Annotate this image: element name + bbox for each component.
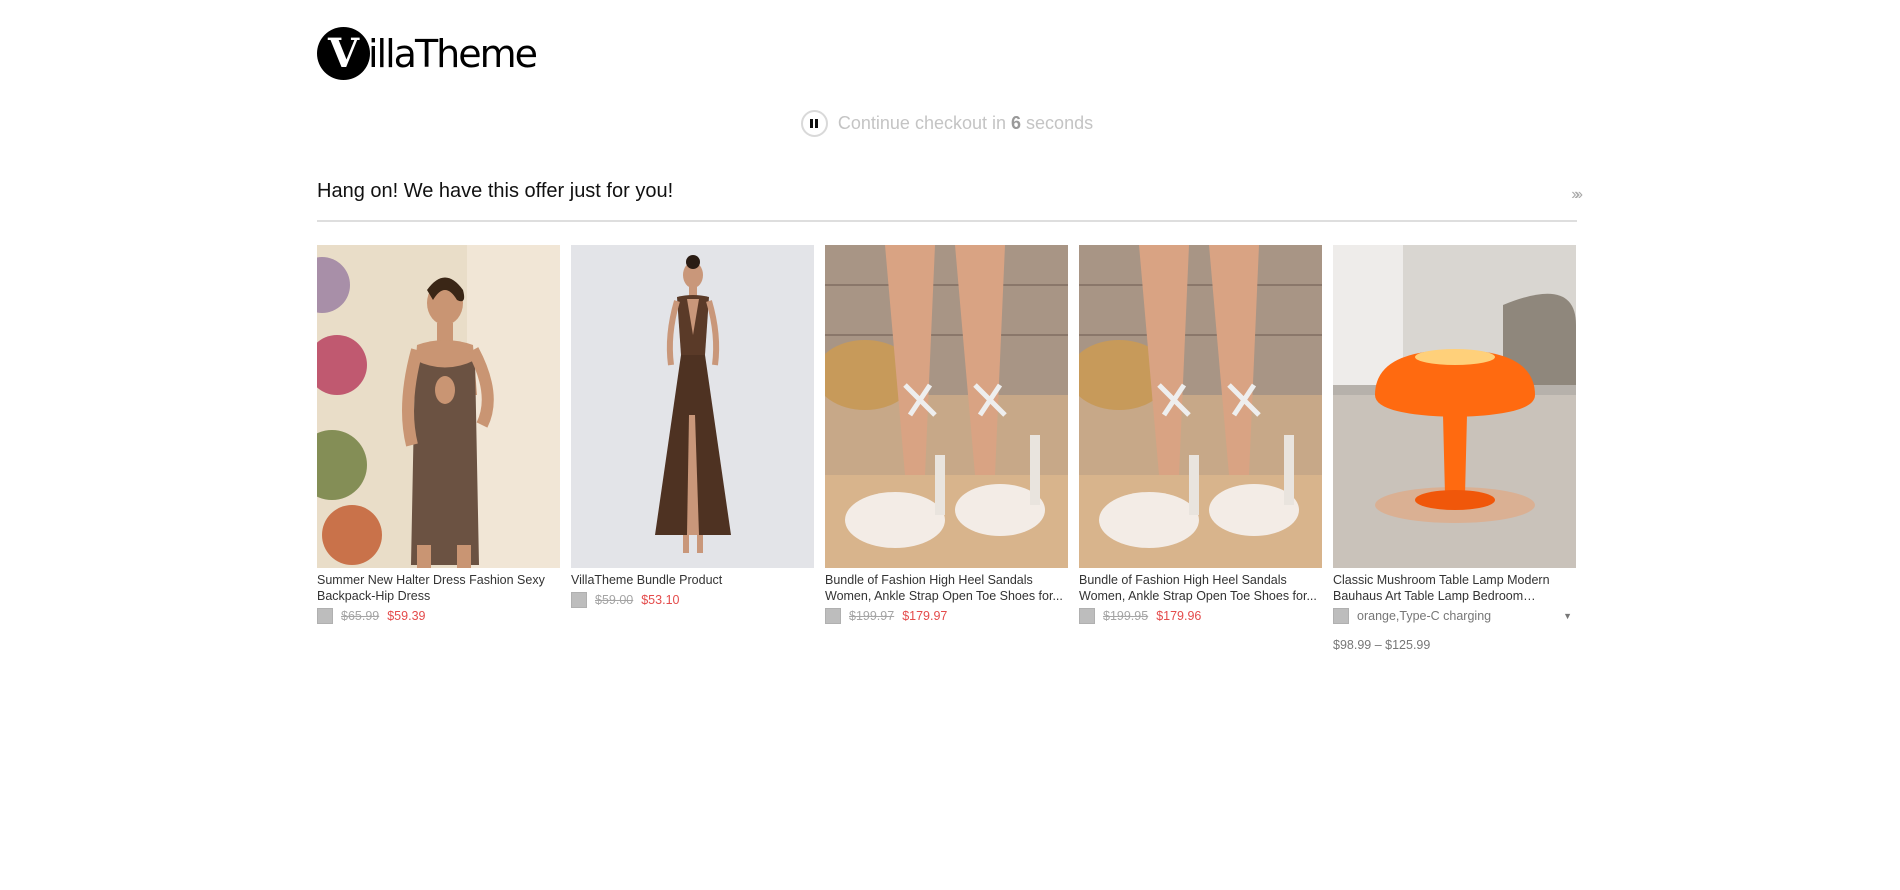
variant-select[interactable]: orange,Type-C charging ▼ [1357,609,1576,623]
offer-title: Hang on! We have this offer just for you… [317,180,674,202]
product-name[interactable]: Bundle of Fashion High Heel Sandals Wome… [1079,572,1322,604]
product-name[interactable]: Bundle of Fashion High Heel Sandals Wome… [825,572,1068,604]
sale-price: $53.10 [641,593,680,607]
select-product-checkbox[interactable] [571,592,587,608]
original-price: $65.99 [341,609,380,623]
product-image-heel-sandals[interactable] [1079,245,1322,568]
product-card: Summer New Halter Dress Fashion Sexy Bac… [317,245,560,652]
product-price-line: orange,Type-C charging ▼ [1333,608,1576,624]
skip-offer-icon[interactable]: »» [1571,186,1583,204]
pause-countdown-button[interactable] [800,110,828,137]
chevron-down-icon: ▼ [1563,611,1572,621]
product-card: Classic Mushroom Table Lamp Modern Bauha… [1333,245,1576,652]
variant-selected-value: orange,Type-C charging [1357,609,1492,623]
pause-icon [810,119,819,128]
select-product-checkbox[interactable] [1079,608,1095,624]
product-name[interactable]: VillaTheme Bundle Product [571,572,814,588]
checkout-countdown: Continue checkout in 6 seconds [317,110,1577,137]
logo-wordmark: illaTheme [368,31,538,76]
product-image-mushroom-lamp[interactable] [1333,245,1576,568]
product-image-bundle-dress[interactable] [571,245,814,568]
sale-price: $59.39 [387,609,426,623]
product-price-line: $65.99 $59.39 [317,608,560,624]
product-card: Bundle of Fashion High Heel Sandals Wome… [1079,245,1322,652]
countdown-suffix: seconds [1026,113,1094,133]
product-card: Bundle of Fashion High Heel Sandals Wome… [825,245,1068,652]
select-product-checkbox[interactable] [825,608,841,624]
product-image-heel-sandals[interactable] [825,245,1068,568]
sale-price: $179.97 [902,609,948,623]
sale-price: $179.96 [1156,609,1202,623]
product-price-line: $199.95 $179.96 [1079,608,1322,624]
original-price: $59.00 [595,593,634,607]
select-product-checkbox[interactable] [1333,608,1349,624]
countdown-text: Continue checkout in 6 seconds [838,113,1093,134]
original-price: $199.97 [849,609,895,623]
price-range: $98.99 – $125.99 [1333,638,1431,652]
countdown-seconds: 6 [1011,113,1022,133]
product-image-halter-dress[interactable] [317,245,560,568]
villatheme-logo[interactable]: V illaTheme [317,26,538,81]
product-card: VillaTheme Bundle Product $59.00 $53.10 [571,245,814,652]
product-name[interactable]: Classic Mushroom Table Lamp Modern Bauha… [1333,572,1576,604]
product-name[interactable]: Summer New Halter Dress Fashion Sexy Bac… [317,572,560,604]
product-price-line: $199.97 $179.97 [825,608,1068,624]
logo-mark: V [317,27,370,80]
countdown-prefix: Continue checkout in [837,113,1006,133]
original-price: $199.95 [1103,609,1149,623]
product-list: Summer New Halter Dress Fashion Sexy Bac… [317,245,1577,652]
offer-header: Hang on! We have this offer just for you… [317,178,1583,222]
product-price-line: $59.00 $53.10 [571,592,814,608]
select-product-checkbox[interactable] [317,608,333,624]
